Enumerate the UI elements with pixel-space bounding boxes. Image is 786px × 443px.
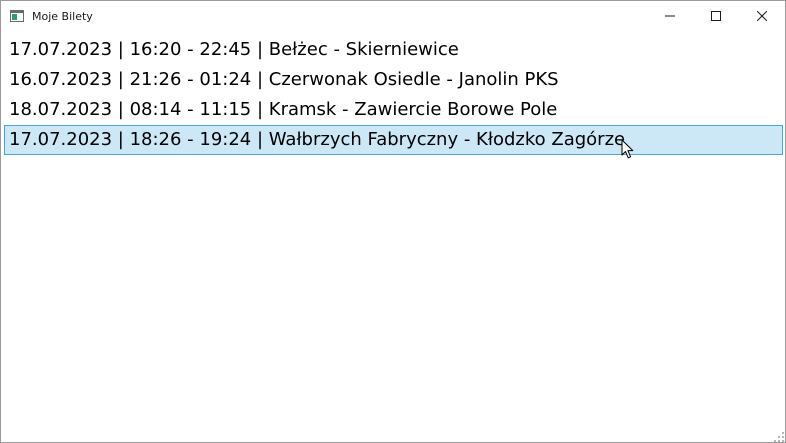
minimize-button[interactable] xyxy=(647,1,693,32)
ticket-list-item[interactable]: 16.07.2023 | 21:26 - 01:24 | Czerwonak O… xyxy=(4,65,783,95)
window-app-icon[interactable] xyxy=(10,10,24,22)
ticket-text: 18.07.2023 | 08:14 - 11:15 | Kramsk - Za… xyxy=(9,99,558,120)
ticket-text: 17.07.2023 | 18:26 - 19:24 | Wałbrzych F… xyxy=(9,129,626,150)
maximize-button[interactable] xyxy=(693,1,739,32)
tickets-panel: 17.07.2023 | 16:20 - 22:45 | Bełżec - Sk… xyxy=(1,32,785,442)
ticket-text: 16.07.2023 | 21:26 - 01:24 | Czerwonak O… xyxy=(9,69,559,90)
close-icon xyxy=(757,11,767,21)
maximize-icon xyxy=(711,11,721,21)
ticket-list-item-selected[interactable]: 17.07.2023 | 18:26 - 19:24 | Wałbrzych F… xyxy=(4,125,783,155)
mouse-cursor-icon xyxy=(621,139,634,159)
title-bar[interactable]: Moje Bilety xyxy=(1,1,785,32)
ticket-list-item[interactable]: 17.07.2023 | 16:20 - 22:45 | Bełżec - Sk… xyxy=(4,35,783,65)
tickets-list[interactable]: 17.07.2023 | 16:20 - 22:45 | Bełżec - Sk… xyxy=(4,35,783,155)
ticket-text: 17.07.2023 | 16:20 - 22:45 | Bełżec - Sk… xyxy=(9,39,459,60)
resize-grip-icon[interactable] xyxy=(771,429,785,443)
window-title: Moje Bilety xyxy=(32,10,93,23)
main-window: Moje Bilety 17.07.2023 | 16:20 - 22:45 |… xyxy=(0,0,786,443)
ticket-list-item[interactable]: 18.07.2023 | 08:14 - 11:15 | Kramsk - Za… xyxy=(4,95,783,125)
minimize-icon xyxy=(665,15,675,17)
close-button[interactable] xyxy=(739,1,785,32)
